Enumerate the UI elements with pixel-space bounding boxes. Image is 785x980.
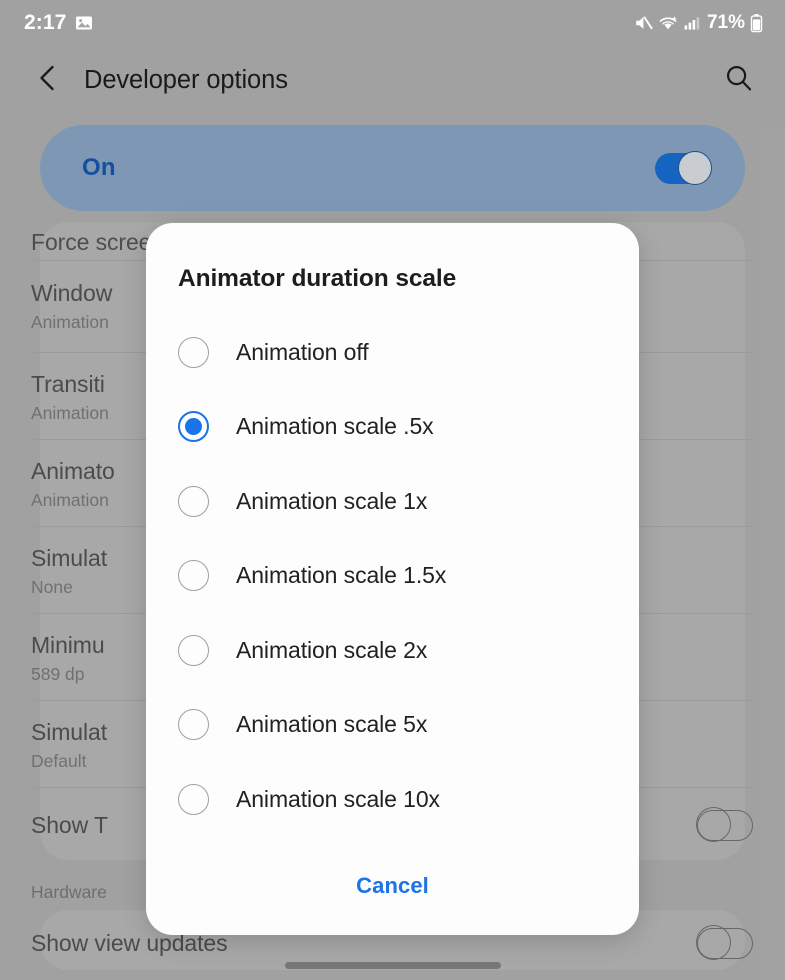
battery-percent-label: 71% [707, 12, 745, 34]
master-toggle-switch[interactable] [655, 153, 711, 184]
radio-option-animation-scale-5x[interactable]: Animation scale 5x [146, 688, 639, 763]
radio-option-animation-scale-1point5x[interactable]: Animation scale 1.5x [146, 539, 639, 614]
home-indicator[interactable] [285, 962, 501, 969]
radio-option-label: Animation off [236, 339, 369, 366]
navigation-bar [0, 950, 785, 980]
radio-button[interactable] [178, 635, 209, 666]
radio-option-label: Animation scale 10x [236, 786, 440, 813]
toggle-knob [678, 151, 712, 185]
radio-option-label: Animation scale 5x [236, 711, 427, 738]
radio-option-animation-scale-1x[interactable]: Animation scale 1x [146, 464, 639, 539]
radio-button[interactable] [178, 486, 209, 517]
radio-button[interactable] [178, 709, 209, 740]
radio-option-animation-scale-10x[interactable]: Animation scale 10x [146, 762, 639, 837]
radio-options-list: Animation off Animation scale .5x Animat… [146, 315, 639, 837]
battery-icon [750, 13, 763, 33]
radio-button[interactable] [178, 560, 209, 591]
radio-option-animation-off[interactable]: Animation off [146, 315, 639, 390]
radio-option-animation-scale-2x[interactable]: Animation scale 2x [146, 613, 639, 688]
radio-button[interactable] [178, 784, 209, 815]
radio-option-label: Animation scale 1x [236, 488, 427, 515]
radio-button[interactable] [178, 337, 209, 368]
back-button[interactable] [26, 58, 70, 102]
dialog-actions: Cancel [146, 837, 639, 935]
back-chevron-icon [35, 63, 61, 98]
search-icon [724, 63, 754, 98]
cancel-button[interactable]: Cancel [356, 873, 429, 899]
image-icon [75, 14, 93, 32]
dialog-title: Animator duration scale [146, 223, 639, 293]
page-title: Developer options [84, 66, 717, 95]
phone-screen: Force scree Window Animation Transiti An… [0, 0, 785, 980]
master-toggle-label: On [82, 154, 116, 182]
search-button[interactable] [717, 58, 761, 102]
radio-option-animation-scale-point5x[interactable]: Animation scale .5x [146, 390, 639, 465]
developer-options-master-toggle[interactable]: On [40, 125, 745, 211]
radio-option-label: Animation scale .5x [236, 413, 434, 440]
status-bar-left: 2:17 [24, 11, 93, 35]
app-bar: Developer options [0, 46, 785, 114]
status-clock: 2:17 [24, 11, 66, 35]
cellular-signal-icon [684, 14, 701, 32]
mute-icon [633, 14, 653, 32]
status-bar: 2:17 [0, 0, 785, 46]
radio-button-selected[interactable] [178, 411, 209, 442]
status-bar-right: 71% [633, 12, 763, 34]
wifi-icon [658, 14, 679, 32]
radio-option-label: Animation scale 2x [236, 637, 427, 664]
animator-duration-scale-dialog: Animator duration scale Animation off An… [146, 223, 639, 935]
radio-option-label: Animation scale 1.5x [236, 562, 446, 589]
